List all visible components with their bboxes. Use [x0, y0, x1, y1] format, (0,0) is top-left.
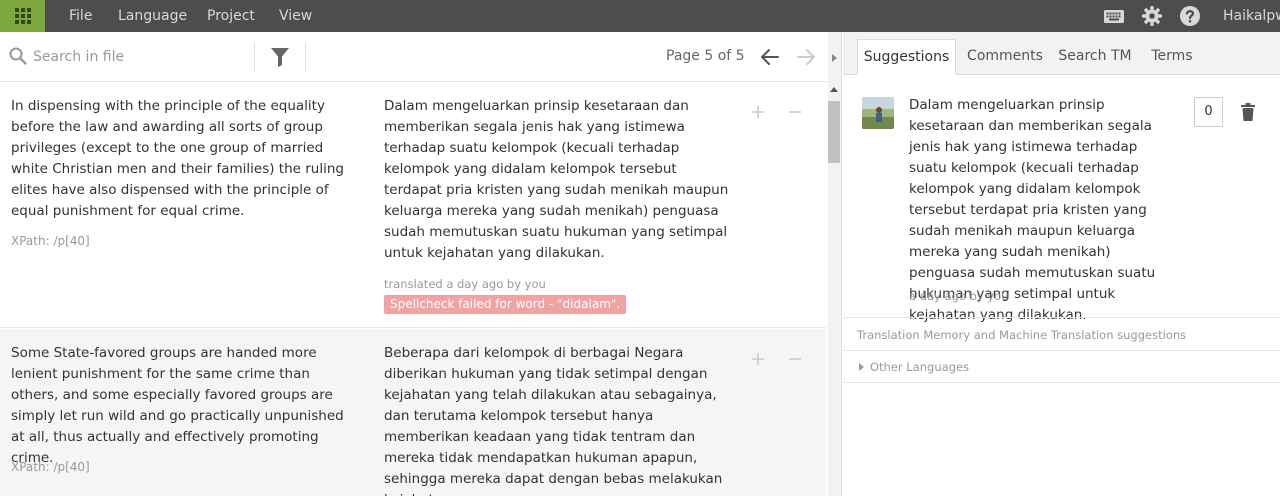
tab-comments[interactable]: Comments — [959, 39, 1051, 75]
divider — [843, 350, 1280, 351]
plus-icon[interactable] — [750, 104, 766, 120]
xpath-label: XPath: /p[40] — [11, 460, 90, 474]
source-text: Some State-favored groups are handed mor… — [11, 345, 344, 466]
page-indicator: Page 5 of 5 — [666, 48, 745, 64]
divider — [843, 382, 1280, 383]
suggestion-count[interactable]: 0 — [1194, 97, 1223, 127]
avatar — [862, 97, 894, 129]
translation-meta: translated a day ago by you — [384, 277, 546, 291]
tab-search-tm[interactable]: Search TM — [1053, 39, 1137, 75]
target-text[interactable]: Beberapa dari kelompok di berbagai Negar… — [384, 343, 729, 496]
other-languages-toggle[interactable]: Other Languages — [859, 360, 969, 374]
collapse-arrow-icon[interactable] — [832, 54, 837, 62]
editor-toolbar: Page 5 of 5 — [0, 32, 828, 82]
suggestion-meta: a day ago by you — [909, 289, 1009, 303]
spellcheck-badge: Spellcheck failed for word - "didalam". — [384, 295, 627, 314]
target-text[interactable]: Dalam mengeluarkan prinsip kesetaraan da… — [384, 96, 729, 264]
search-input[interactable] — [33, 44, 248, 70]
tm-suggestions-label: Translation Memory and Machine Translati… — [857, 328, 1187, 342]
menu-project[interactable]: Project — [207, 0, 255, 32]
previous-page-arrow-icon[interactable] — [759, 46, 781, 68]
plus-icon[interactable] — [750, 351, 766, 367]
minus-icon[interactable] — [787, 351, 803, 367]
other-languages-label: Other Languages — [870, 360, 970, 374]
gear-icon[interactable] — [1141, 5, 1163, 27]
tab-suggestions[interactable]: Suggestions — [857, 39, 956, 75]
menu-view[interactable]: View — [279, 0, 312, 32]
scrollbar-thumb[interactable] — [828, 101, 840, 163]
menu-file[interactable]: File — [69, 0, 92, 32]
top-bar: File Language Project View Haikalpw — [0, 0, 1280, 32]
editor-area: In dispensing with the principle of the … — [0, 82, 826, 496]
panel-tabs: Suggestions Comments Search TM Terms — [843, 32, 1280, 75]
help-icon[interactable] — [1179, 5, 1201, 27]
translation-row[interactable]: Some State-favored groups are handed mor… — [0, 329, 826, 496]
tab-terms[interactable]: Terms — [1143, 39, 1201, 75]
scroll-up-arrow-icon[interactable] — [830, 87, 838, 92]
menu-language[interactable]: Language — [118, 0, 187, 32]
apps-grid-button[interactable] — [0, 0, 45, 32]
filter-icon[interactable] — [270, 46, 290, 68]
keyboard-icon[interactable] — [1103, 5, 1125, 27]
next-page-arrow-icon[interactable] — [795, 46, 817, 68]
divider — [305, 42, 306, 72]
suggestions-panel: Suggestions Comments Search TM Terms Dal… — [843, 32, 1280, 496]
translation-row[interactable]: In dispensing with the principle of the … — [0, 82, 826, 328]
apps-grid-icon — [14, 8, 31, 24]
search-icon — [9, 47, 27, 65]
user-name[interactable]: Haikalpw — [1223, 0, 1280, 32]
divider — [254, 42, 255, 72]
xpath-label: XPath: /p[40] — [11, 234, 90, 248]
minus-icon[interactable] — [787, 104, 803, 120]
divider — [843, 317, 1280, 318]
source-text: In dispensing with the principle of the … — [11, 98, 344, 219]
expand-triangle-icon — [859, 363, 864, 371]
trash-icon[interactable] — [1240, 102, 1256, 122]
